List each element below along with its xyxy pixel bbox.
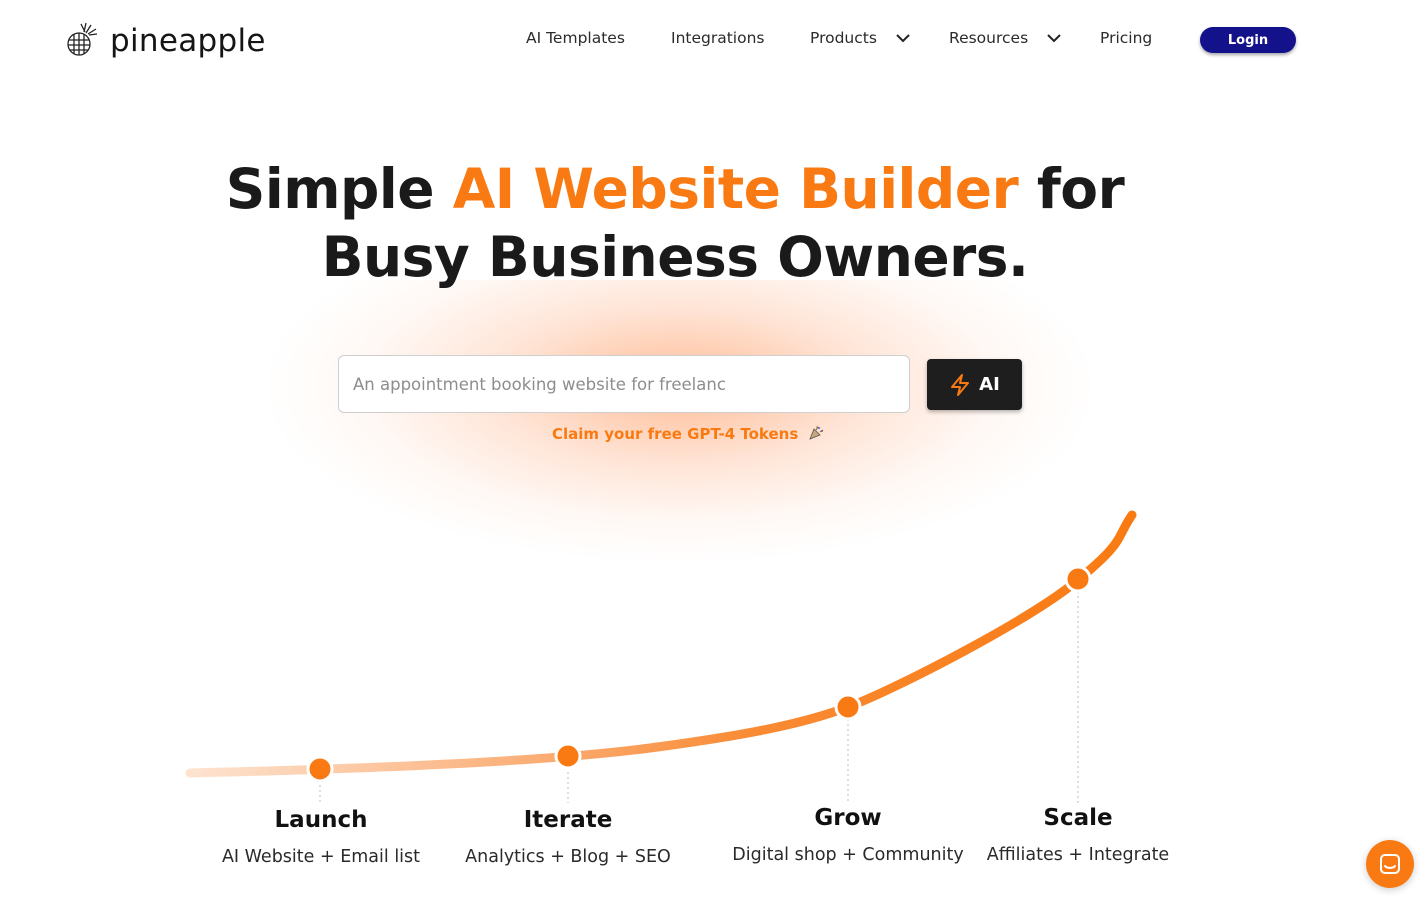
stage-subtitle: Analytics + Blog + SEO	[465, 847, 671, 867]
growth-curve	[185, 510, 1137, 803]
nav-resources[interactable]: Resources	[949, 29, 1062, 47]
nav-label: Resources	[949, 29, 1029, 47]
headline-part1: Simple	[225, 157, 453, 221]
scale-dot	[1064, 565, 1092, 593]
stage-subtitle: Digital shop + Community	[732, 845, 964, 865]
brand-logo[interactable]: pineapple	[64, 20, 266, 63]
chevron-down-icon	[896, 34, 910, 43]
login-button[interactable]: Login	[1200, 27, 1296, 53]
stage-subtitle: AI Website + Email list	[221, 847, 421, 867]
lightning-icon	[951, 373, 970, 396]
nav-integrations[interactable]: Integrations	[671, 29, 764, 47]
stage-grow: Grow Digital shop + Community	[732, 805, 963, 865]
hero-headline: Simple AI Website Builder for Busy Busin…	[0, 155, 1350, 291]
headline-part2: for	[1018, 157, 1125, 221]
stage-title: Scale	[1043, 805, 1113, 831]
hero-glow	[270, 280, 1090, 560]
nav-label: Pricing	[1100, 29, 1153, 47]
chevron-down-icon	[1047, 34, 1061, 43]
nav-label: AI Templates	[526, 29, 625, 47]
nav-label: Products	[810, 29, 877, 47]
grow-dot	[834, 693, 862, 721]
website-prompt-input[interactable]	[338, 355, 910, 413]
nav-pricing[interactable]: Pricing	[1100, 29, 1152, 47]
brand-name: pineapple	[110, 23, 266, 59]
claim-tokens-link[interactable]: Claim your free GPT-4 Tokens	[552, 425, 824, 443]
pineapple-icon	[64, 20, 102, 63]
curve-line	[185, 510, 1137, 778]
chat-widget-button[interactable]	[1366, 840, 1414, 888]
ai-button-label: AI	[979, 374, 1000, 395]
stage-title: Iterate	[523, 807, 613, 833]
nav-ai-templates[interactable]: AI Templates	[526, 29, 625, 47]
nav-label: Integrations	[671, 29, 765, 47]
stage-launch: Launch AI Website + Email list	[222, 807, 420, 867]
launch-dot	[306, 755, 334, 783]
headline-accent: AI Website Builder	[452, 157, 1019, 221]
stage-title: Launch	[274, 807, 368, 833]
iterate-dot	[554, 742, 582, 770]
stage-title: Grow	[814, 805, 882, 831]
claim-text: Claim your free GPT-4 Tokens	[552, 425, 799, 443]
chat-icon	[1380, 854, 1400, 874]
party-popper-icon	[808, 426, 823, 440]
stage-scale: Scale Affiliates + Integrate	[987, 805, 1169, 865]
headline-line2: Busy Business Owners.	[321, 225, 1029, 289]
stage-subtitle: Affiliates + Integrate	[986, 845, 1170, 865]
ai-generate-button[interactable]: AI	[927, 359, 1022, 410]
nav-products[interactable]: Products	[810, 29, 911, 47]
stage-iterate: Iterate Analytics + Blog + SEO	[465, 807, 671, 867]
